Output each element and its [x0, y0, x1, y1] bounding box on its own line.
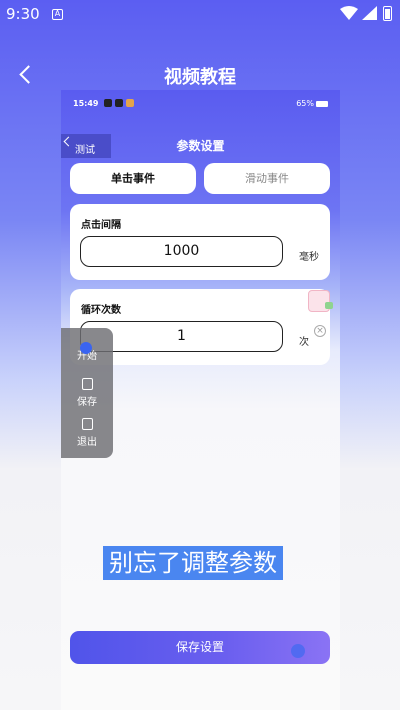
os-status-bar: 9:30 A [0, 0, 400, 28]
inner-status-right: 65% [296, 99, 328, 108]
loop-unit: 次 [299, 337, 309, 348]
loop-label: 循环次数 [81, 305, 121, 316]
save-panel-button[interactable]: 保存 [61, 378, 113, 408]
inner-battery-percent: 65% [296, 99, 314, 108]
interval-unit: 毫秒 [299, 252, 319, 263]
exit-button[interactable]: 退出 [61, 418, 113, 448]
inner-page-title: 参数设置 [176, 139, 225, 153]
page-title: 视频教程 [164, 67, 236, 88]
close-icon[interactable]: × [314, 325, 326, 337]
interval-card: 点击间隔 1000 毫秒 [70, 204, 330, 280]
inner-status-bar: 15:49 65% [61, 90, 340, 116]
floating-app-icon[interactable] [308, 290, 333, 312]
touch-indicator-save [291, 644, 305, 658]
tab-slide-event[interactable]: 滑动事件 [204, 163, 330, 194]
save-label: 保存 [77, 397, 97, 408]
tutorial-screenshot: 15:49 65% 测试 参数设置 单击事件 滑动事件 点击间隔 1000 毫秒… [61, 90, 340, 710]
tab-click-event[interactable]: 单击事件 [70, 163, 196, 194]
inner-notification-icons [104, 99, 134, 107]
wifi-icon [340, 6, 358, 20]
touch-indicator [80, 342, 92, 354]
interval-input[interactable]: 1000 [80, 236, 283, 267]
battery-icon [383, 6, 392, 21]
exit-icon [81, 418, 93, 430]
exit-label: 退出 [77, 437, 97, 448]
inner-battery-icon [316, 100, 328, 107]
save-icon [81, 378, 93, 390]
notification-icon: A [52, 9, 63, 20]
os-clock: 9:30 [6, 5, 40, 23]
interval-label: 点击间隔 [81, 220, 121, 231]
inner-clock: 15:49 [73, 99, 99, 108]
tutorial-caption: 别忘了调整参数 [103, 546, 283, 580]
signal-icon [362, 6, 377, 20]
